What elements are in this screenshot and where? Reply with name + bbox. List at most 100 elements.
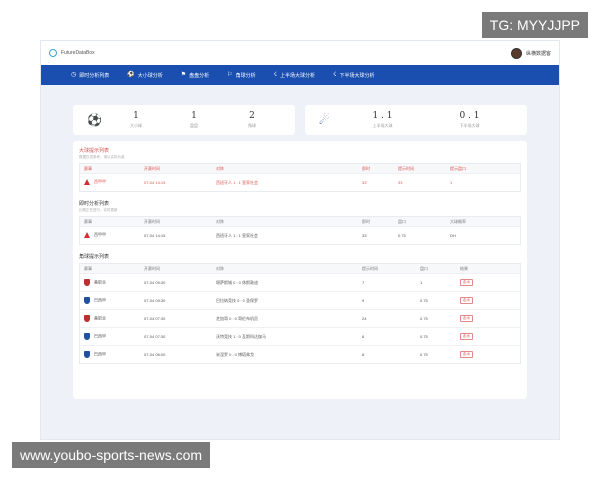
result-badge[interactable]: 走水	[460, 297, 473, 304]
blue-shield-icon	[84, 297, 90, 304]
match-cell[interactable]: 芝加哥 0 : 0 哥伦布机员	[216, 316, 362, 322]
match-cell[interactable]: 沃特竞技 1 : 0 瓦斯科达伽马	[216, 334, 362, 340]
nav-item-corner[interactable]: ⚐ 角球分析	[227, 72, 255, 79]
red-shield-icon	[84, 279, 90, 286]
content-panel: 大球提示列表 数据仅供参考，请以实际为准 赛事 开赛时间 对阵 即时 提示时间 …	[73, 141, 527, 399]
result-badge[interactable]: 走水	[460, 315, 473, 322]
nav-item-first-half[interactable]: ☇ 上半场大球分析	[274, 72, 315, 79]
league-name: 巴西甲	[94, 333, 106, 339]
stat-item: 1 大小球	[107, 111, 165, 129]
hint-cell: 7	[362, 280, 365, 285]
col-header: 对阵	[216, 265, 224, 271]
avatar[interactable]	[510, 47, 522, 59]
table-row[interactable]: 西甲甲 07-04 14:15 西班牙人 1 : 1 皇家社会 33' 33 1	[80, 174, 520, 191]
section-title: 角球提示列表	[79, 254, 110, 260]
line-cell: 0.75	[398, 233, 406, 238]
line-cell: 0.75	[420, 316, 428, 321]
result-badge[interactable]: 走水	[460, 279, 473, 286]
time-cell: 07-04 14:15	[144, 233, 166, 238]
corner-table: 赛事 开赛时间 对阵 提示时间 盘口 结果 美职业 07-04 09:30 堪萨…	[79, 263, 521, 364]
line-cell: 1	[450, 180, 453, 185]
col-header: 盘口	[398, 218, 406, 224]
nav-item-handicap[interactable]: ⚑ 盘盘分析	[181, 72, 209, 79]
live-cell: 33'	[362, 180, 368, 185]
table-row[interactable]: 巴西甲 07-04 09:30 巴拉纳竞技 0 : 0 圣保罗 9 0.75 走…	[80, 292, 520, 310]
football-icon: ⚽	[87, 113, 102, 127]
big-ball-table: 赛事 开赛时间 对阵 即时 提示时间 提示盘口 西甲甲 07-04 14:15 …	[79, 163, 521, 192]
user-name: 纵横数据客	[525, 50, 551, 57]
league-cell: 美职业	[84, 279, 144, 286]
corner-section: 角球提示列表 赛事 开赛时间 对阵 提示时间 盘口 结果 美职业 07-04 0…	[79, 253, 521, 364]
match-cell[interactable]: 西班牙人 1 : 1 皇家社会	[216, 180, 362, 186]
live-cell: 33'	[362, 233, 368, 238]
match-cell[interactable]: 米涅罗 0 : 0 博塔弗戈	[216, 352, 362, 358]
nav-label: 下半场大球分析	[339, 72, 375, 79]
result-cell: 走水	[460, 279, 490, 286]
league-name: 巴西甲	[94, 297, 106, 303]
col-header: 赛事	[84, 218, 92, 224]
stat-value: 1	[191, 111, 197, 121]
result-badge[interactable]: 走水	[460, 351, 473, 358]
league-logo-icon	[84, 232, 90, 239]
stat-label: 大小球	[130, 123, 142, 128]
instant-section: 即时分析列表 比赛正在进行，实时更新 赛事 开赛时间 对阵 即时 盘口 大球概率…	[79, 200, 521, 245]
col-header: 开赛时间	[144, 165, 160, 171]
stat-label: 上半场大球	[372, 123, 393, 128]
league-name: 美职业	[94, 315, 106, 321]
brand[interactable]: FutureDataBox	[49, 49, 95, 57]
match-cell[interactable]: 巴拉纳竞技 0 : 0 圣保罗	[216, 298, 362, 304]
league-logo-icon	[84, 179, 90, 186]
stats-row: ⚽ 1 大小球 1 盘盘 2 角球 ☄ 1 . 1 上半场大球 0 . 1 下半场大球	[73, 105, 527, 135]
nav-item-second-half[interactable]: ☇ 下半场大球分析	[333, 72, 374, 79]
hint-cell: 9	[362, 298, 365, 303]
goal-icon: ⚑	[180, 72, 187, 78]
nav-label: 上半场大球分析	[280, 72, 316, 79]
stat-item: 1 盘盘	[165, 111, 223, 129]
brand-name: FutureDataBox	[61, 50, 95, 56]
table-row[interactable]: 美职业 07-04 07:30 芝加哥 0 : 0 哥伦布机员 24 0.75 …	[80, 310, 520, 328]
table-row[interactable]: 巴西甲 07-04 06:00 米涅罗 0 : 0 博塔弗戈 8 0.75 走水	[80, 346, 520, 363]
table-header: 赛事 开赛时间 对阵 提示时间 盘口 结果	[80, 264, 520, 274]
table-row[interactable]: 美职业 07-04 09:30 堪萨斯城 0 : 0 休斯敦迪 7 1 走水	[80, 274, 520, 292]
app-window: FutureDataBox 纵横数据客 ◷ 即时分析列表 ⚽ 大小球分析 ⚑ 盘盘分析…	[40, 40, 560, 440]
league-cell: 美职业	[84, 315, 144, 322]
time-cell: 07-04 09:30	[144, 298, 166, 303]
logo-icon	[49, 49, 57, 57]
result-badge[interactable]: 走水	[460, 333, 473, 340]
user-menu[interactable]: 纵横数据客	[510, 47, 551, 59]
nav-label: 即时分析列表	[79, 72, 110, 79]
stats-card-left: ⚽ 1 大小球 1 盘盘 2 角球	[73, 105, 295, 135]
result-cell: 走水	[460, 297, 490, 304]
table-header: 赛事 开赛时间 对阵 即时 盘口 大球概率	[80, 217, 520, 227]
nav-label: 大小球分析	[137, 72, 163, 79]
stat-value: 2	[249, 111, 255, 121]
league-cell: 西甲甲	[84, 179, 144, 186]
col-header: 开赛时间	[144, 265, 160, 271]
league-name: 巴西甲	[94, 351, 106, 357]
league-name: 西甲甲	[94, 232, 106, 238]
line-cell: 1	[420, 280, 423, 285]
match-cell[interactable]: 堪萨斯城 0 : 0 休斯敦迪	[216, 280, 362, 286]
nav-item-instant[interactable]: ◷ 即时分析列表	[71, 72, 109, 79]
line-cell: 0.75	[420, 334, 428, 339]
stat-item: 0 . 1 下半场大球	[426, 111, 513, 129]
time-cell: 07-04 07:30	[144, 334, 166, 339]
rocket-icon: ☄	[319, 113, 330, 127]
match-cell[interactable]: 西班牙人 1 : 1 皇家社会	[216, 233, 362, 239]
section-subtitle: 数据仅供参考，请以实际为准	[79, 155, 125, 159]
col-header: 即时	[362, 218, 370, 224]
table-row[interactable]: 西甲甲 07-04 14:15 西班牙人 1 : 1 皇家社会 33' 0.75…	[80, 227, 520, 244]
col-header: 即时	[362, 165, 370, 171]
stat-value: 1	[133, 111, 139, 121]
second-half-icon: ☇	[333, 72, 337, 78]
table-row[interactable]: 巴西甲 07-04 07:30 沃特竞技 1 : 0 瓦斯科达伽马 8 0.75…	[80, 328, 520, 346]
col-header: 提示时间	[362, 265, 378, 271]
blue-shield-icon	[84, 333, 90, 340]
first-half-icon: ☇	[273, 72, 278, 78]
col-header: 提示盘口	[450, 165, 466, 171]
nav-item-over-under[interactable]: ⚽ 大小球分析	[127, 72, 163, 79]
league-name: 美职业	[94, 279, 106, 285]
line-cell: 0.75	[420, 352, 428, 357]
blue-shield-icon	[84, 351, 90, 358]
time-cell: 07-04 06:00	[144, 352, 166, 357]
